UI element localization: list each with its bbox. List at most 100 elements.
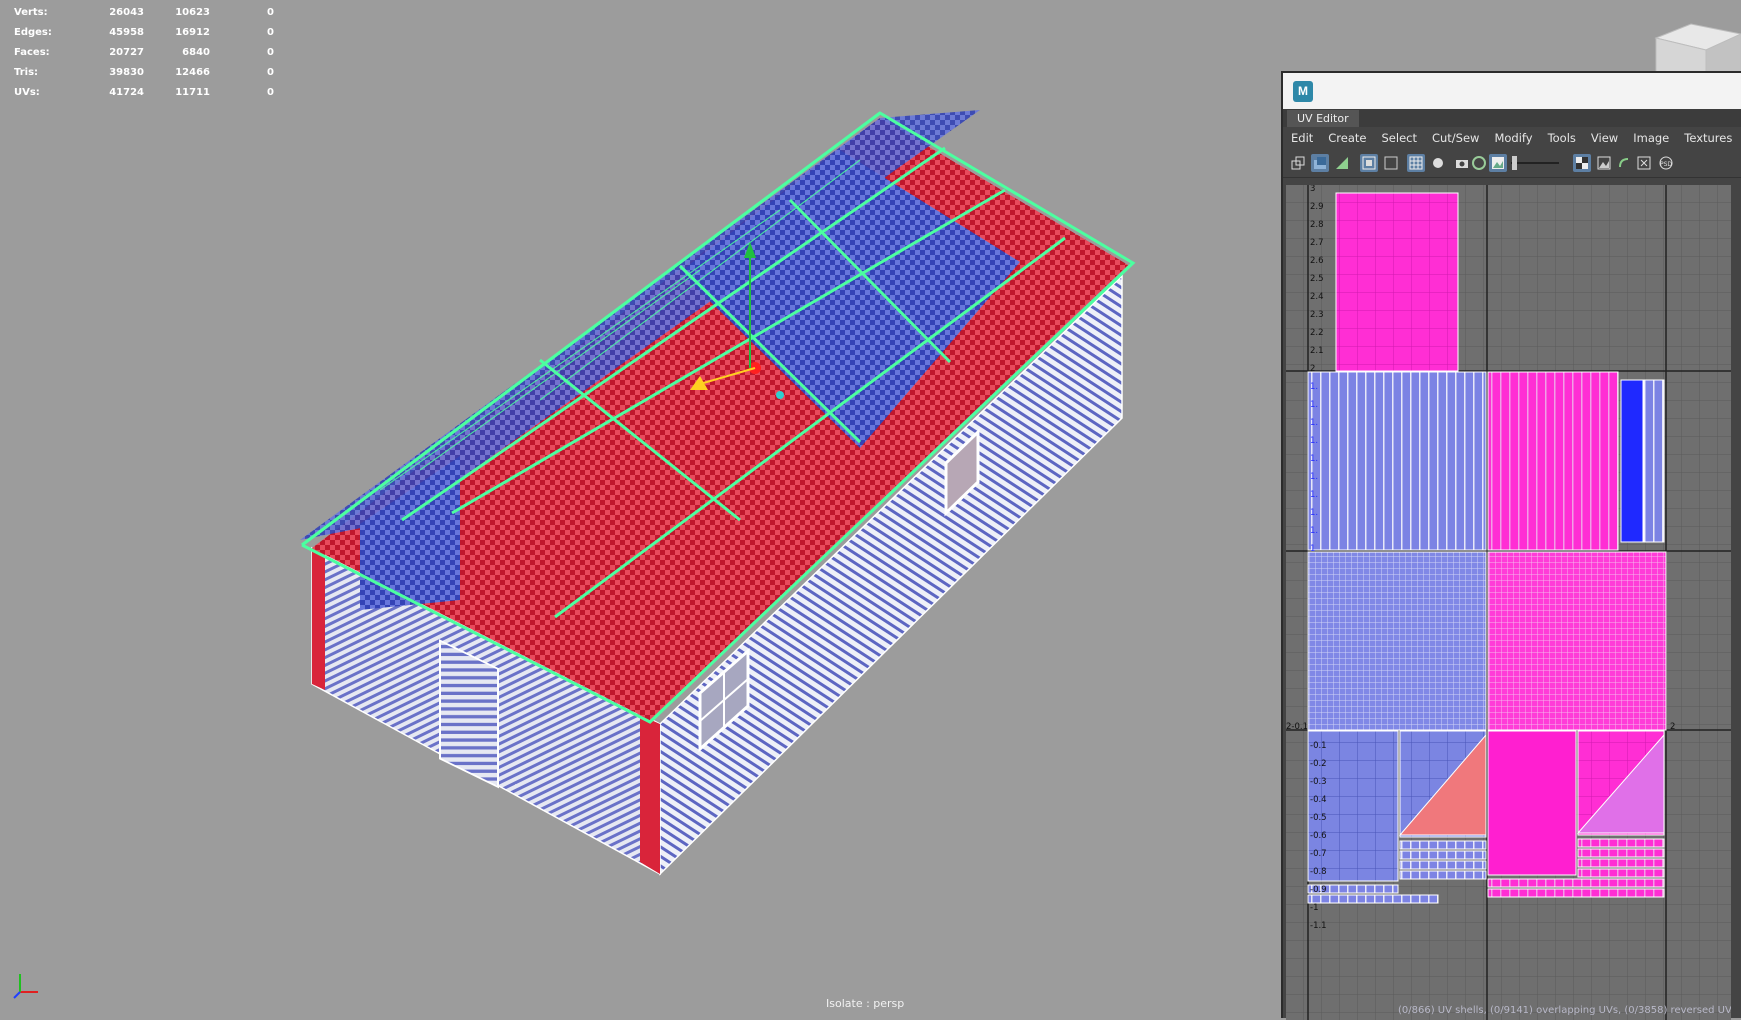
hud-row-edges: Edges: 45958 16912 0 [14,23,274,43]
uv-v-label: 1. [1310,472,1318,482]
hud-value: 26043 [109,7,144,18]
menu-cut-sew[interactable]: Cut/Sew [1432,131,1479,145]
hud-row-faces: Faces: 20727 6840 0 [14,43,274,63]
uv-v-label: 2.1 [1310,346,1324,356]
hud-value: 0 [267,87,274,98]
exposure-slider-handle[interactable] [1512,156,1517,170]
uv-editor-titlebar[interactable]: M [1283,73,1741,109]
menu-modify[interactable]: Modify [1494,131,1532,145]
uv-h-label: 2 [1670,722,1675,732]
uv-v-label: -0.3 [1310,777,1327,787]
uv-v-label: 1. [1310,526,1318,536]
checker-icon[interactable] [1573,154,1591,172]
uv-v-label: 1 [1310,544,1315,554]
uv-canvas[interactable]: 3 2.9 2.8 2.7 2.6 2.5 2.4 2.3 2.2 2.1 2 … [1286,185,1731,1020]
uv-v-label: 2.6 [1310,256,1324,266]
uv-shell-blue-strip[interactable] [1643,379,1665,543]
axis-indicator-icon [12,970,42,1004]
menu-select[interactable]: Select [1382,131,1417,145]
close-box-icon[interactable] [1635,154,1653,172]
frame2-icon[interactable] [1382,154,1400,172]
uv-grid-icon[interactable] [1289,154,1307,172]
hud-value: 0 [267,7,274,18]
hud-value: 45958 [109,27,144,38]
uv-shell-magenta-dense[interactable] [1487,551,1667,731]
uv-v-label: -1.1 [1310,921,1327,931]
texture-icon[interactable] [1595,154,1613,172]
poly-count-hud: Verts: 26043 10623 0 Edges: 45958 16912 … [14,3,274,103]
uv-v-label: 2.3 [1310,310,1324,320]
hud-label: UVs: [14,87,40,98]
menu-textures[interactable]: Textures [1684,131,1732,145]
uv-shell-deep-blue[interactable] [1620,379,1644,543]
hud-value: 0 [267,27,274,38]
aperture-icon[interactable] [1470,154,1488,172]
menu-view[interactable]: View [1591,131,1618,145]
undo-curve-icon[interactable] [1615,154,1633,172]
menu-image[interactable]: Image [1633,131,1669,145]
svg-text:PSD: PSD [1660,161,1672,168]
uv-v-label: 1. [1310,508,1318,518]
uv-v-label: 2 [1310,364,1315,374]
uv-v-label: 3 [1310,185,1315,194]
uv-v-label: 2.5 [1310,274,1324,284]
hud-value: 12466 [175,67,210,78]
uv-v-label: -0.2 [1310,759,1327,769]
uv-shell-blue-dense[interactable] [1307,551,1487,731]
menu-edit[interactable]: Edit [1291,131,1313,145]
uv-v-label: 1. [1310,436,1318,446]
hud-value: 11711 [175,87,210,98]
uv-v-label: 1. [1310,418,1318,428]
uv-v-label: -1 [1310,903,1318,913]
hud-row-tris: Tris: 39830 12466 0 [14,63,274,83]
image-icon[interactable] [1489,154,1507,172]
menu-create[interactable]: Create [1328,131,1366,145]
hud-value: 0 [267,67,274,78]
hud-value: 6840 [182,47,210,58]
uv-v-label: 2.8 [1310,220,1324,230]
hud-row-verts: Verts: 26043 10623 0 [14,3,274,23]
hud-label: Edges: [14,27,52,38]
uv-fill-icon[interactable] [1311,154,1329,172]
uv-v-label: 2.4 [1310,292,1324,302]
tab-uv-editor[interactable]: UV Editor [1287,110,1359,127]
camera-label: Isolate : persp [826,997,905,1010]
hud-value: 10623 [175,7,210,18]
uv-v-label: 2.7 [1310,238,1324,248]
sphere-icon[interactable] [1429,154,1447,172]
hud-value: 41724 [109,87,144,98]
uv-v-label: 1. [1310,382,1318,392]
uv-v-label: -0.4 [1310,795,1327,805]
uv-v-label: -0.9 [1310,885,1327,895]
camera-icon[interactable] [1453,154,1471,172]
uv-v-label: -0.5 [1310,813,1327,823]
uv-shell-blue-planks[interactable] [1307,371,1487,551]
uv-editor-window[interactable]: M UV Editor Edit Create Select Cut/Sew M… [1281,71,1741,1020]
menu-tools[interactable]: Tools [1548,131,1576,145]
viewcube-icon[interactable] [1646,20,1741,76]
uv-v-label: 2.9 [1310,202,1324,212]
hud-value: 39830 [109,67,144,78]
uv-shell-icon[interactable] [1333,154,1351,172]
viewport-3d[interactable]: Isolate : persp [0,0,1285,1018]
exposure-slider[interactable] [1511,162,1559,164]
uv-v-label: 2.2 [1310,328,1324,338]
uv-status-line: (0/866) UV shells, (0/9141) overlapping … [1398,1005,1731,1016]
uv-h-label: 2-0.1 [1286,722,1308,732]
uv-v-label: -0.6 [1310,831,1327,841]
uv-v-label: 1. [1310,400,1318,410]
grid-toggle-icon[interactable] [1407,154,1425,172]
uv-editor-menubar: Edit Create Select Cut/Sew Modify Tools … [1283,127,1741,149]
uv-shell-magenta-solid[interactable] [1487,730,1577,876]
hud-label: Tris: [14,67,39,78]
uv-shell-magenta-top[interactable] [1335,192,1459,372]
frame-icon[interactable] [1360,154,1378,172]
hud-value: 20727 [109,47,144,58]
psd-icon[interactable]: PSD [1655,154,1677,172]
house-model[interactable] [0,0,1285,1018]
uv-layout[interactable]: 3 2.9 2.8 2.7 2.6 2.5 2.4 2.3 2.2 2.1 2 … [1286,185,1731,1020]
uv-v-label: -0.8 [1310,867,1327,877]
maya-logo-icon: M [1293,81,1313,102]
uv-editor-tab-row: UV Editor [1283,109,1741,127]
uv-shell-magenta-planks[interactable] [1487,371,1619,551]
